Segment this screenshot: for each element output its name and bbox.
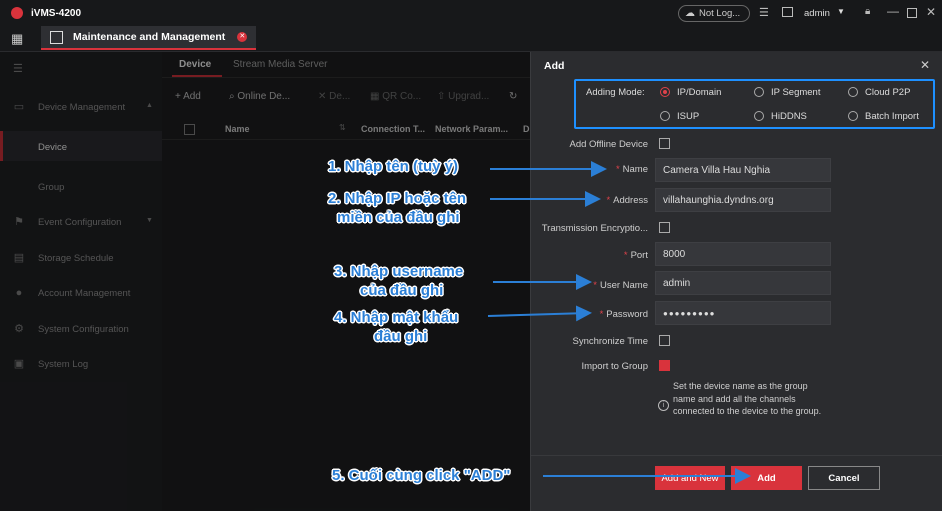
annotation-step4b: đầu ghi: [374, 328, 428, 345]
annotation-step3b: của đầu ghi: [360, 282, 444, 299]
annotation-step5: 5. Cuối cùng click "ADD": [332, 467, 511, 484]
annotation-step2b: miền của đầu ghi: [337, 209, 460, 226]
annotation-step4a: 4. Nhập mật khẩu: [334, 309, 459, 326]
annotation-step3a: 3. Nhập username: [334, 263, 464, 280]
annotation-step2a: 2. Nhập IP hoặc tên: [328, 190, 467, 207]
annotation-arrows: [487, 161, 751, 484]
arrow-password: [487, 305, 592, 322]
annotation-step1: 1. Nhập tên (tuỳ ý): [328, 158, 459, 175]
